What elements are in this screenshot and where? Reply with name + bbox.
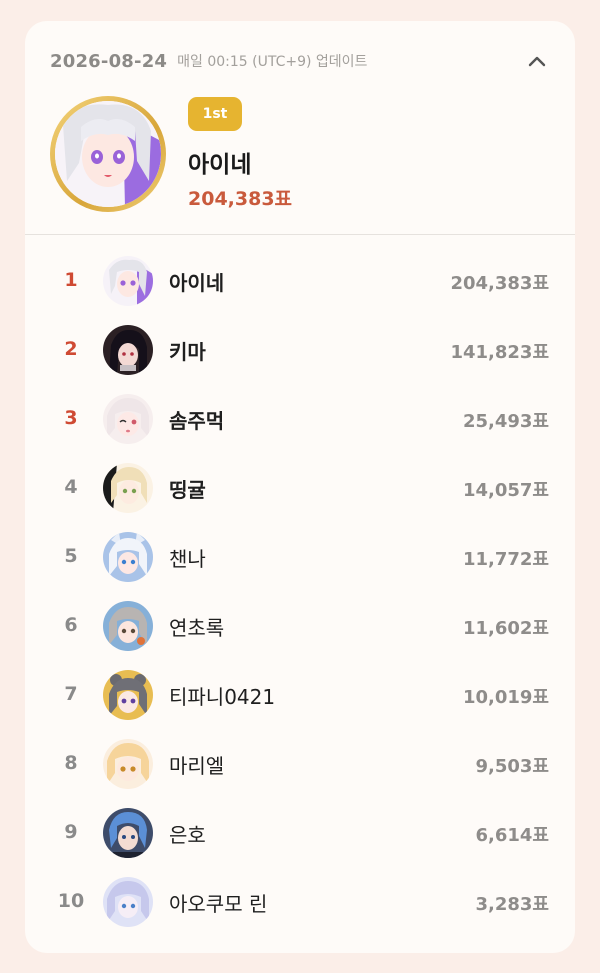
streamer-name: 띵귤 [169,478,206,502]
avatar [103,325,153,375]
avatar [103,739,153,789]
vote-count: 25,493표 [462,411,549,432]
ranking-row[interactable]: 8 마리엘 9,503표 [25,730,575,799]
rank-number: 9 [64,821,78,843]
avatar [103,394,153,444]
vote-count: 11,772표 [462,549,549,570]
vote-count: 141,823표 [450,342,549,363]
streamer-name: 티파니0421 [169,685,276,709]
ranking-date: 2026-08-24 [50,50,168,72]
rank-number: 4 [64,476,78,498]
chevron-up-icon[interactable] [527,51,547,71]
ranking-row[interactable]: 4 띵귤 14,057표 [25,454,575,523]
rank-number: 2 [64,338,78,360]
streamer-name: 키마 [169,340,206,364]
ranking-card: 2026-08-24 매일 00:15 (UTC+9) 업데이트 1st 아이네… [25,21,575,953]
divider [25,234,575,235]
ranking-row[interactable]: 1 아이네 204,383표 [25,247,575,316]
top-avatar-image [55,101,161,207]
vote-count: 11,602표 [462,618,549,639]
vote-count: 14,057표 [462,480,549,501]
vote-count: 10,019표 [462,687,549,708]
streamer-name: 아이네 [169,271,225,295]
ranking-row[interactable]: 5 챈나 11,772표 [25,523,575,592]
ranking-list: 1 아이네 204,383표 2 키마 141,823표 3 솜주먹 25,49… [25,247,575,937]
streamer-name: 마리엘 [169,754,225,778]
streamer-name: 아오쿠모 린 [169,892,268,916]
avatar [103,463,153,513]
ranking-row[interactable]: 7 티파니0421 10,019표 [25,661,575,730]
rank-number: 6 [64,614,78,636]
avatar [103,532,153,582]
avatar [103,256,153,306]
top-name[interactable]: 아이네 [188,145,251,179]
ranking-row[interactable]: 9 은호 6,614표 [25,799,575,868]
vote-count: 3,283표 [475,894,550,915]
rank-number: 1 [64,269,78,291]
avatar [103,601,153,651]
ranking-header: 2026-08-24 매일 00:15 (UTC+9) 업데이트 [50,49,555,73]
vote-count: 9,503표 [475,756,550,777]
rank-number: 10 [57,890,85,912]
avatar [103,670,153,720]
streamer-name: 솜주먹 [169,409,225,433]
vote-count: 204,383표 [450,273,549,294]
avatar [103,877,153,927]
rank-number: 3 [64,407,78,429]
update-note: 매일 00:15 (UTC+9) 업데이트 [177,54,368,70]
rank-number: 5 [64,545,78,567]
rank-number: 7 [64,683,78,705]
ranking-row[interactable]: 10 아오쿠모 린 3,283표 [25,868,575,937]
rank-number: 8 [64,752,78,774]
first-place-badge: 1st [188,97,242,131]
top-avatar[interactable] [50,96,166,212]
top-votes: 204,383표 [188,188,293,210]
streamer-name: 연초록 [169,616,225,640]
streamer-name: 은호 [169,823,206,847]
ranking-row[interactable]: 2 키마 141,823표 [25,316,575,385]
ranking-row[interactable]: 6 연초록 11,602표 [25,592,575,661]
ranking-row[interactable]: 3 솜주먹 25,493표 [25,385,575,454]
avatar [103,808,153,858]
streamer-name: 챈나 [169,547,206,571]
vote-count: 6,614표 [475,825,550,846]
